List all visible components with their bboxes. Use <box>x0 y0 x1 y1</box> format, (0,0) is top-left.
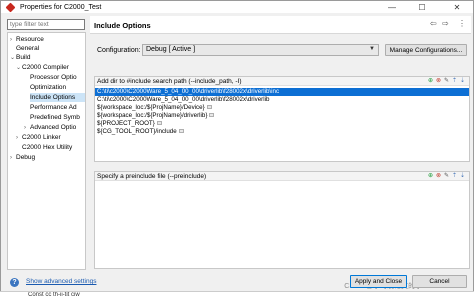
tree-item-label: General <box>16 45 40 52</box>
remove-icon[interactable]: ⊗ <box>435 78 442 85</box>
back-icon[interactable]: ⇦ <box>430 19 437 28</box>
close-button[interactable]: ✕ <box>446 1 468 13</box>
configuration-value: Debug [ Active ] <box>146 46 196 53</box>
more-icon <box>206 105 212 110</box>
help-icon[interactable]: ? <box>10 278 19 287</box>
include-path-header: Add dir to #include search path (--inclu… <box>95 77 469 86</box>
tree-item-optimization[interactable]: Optimization <box>30 83 66 92</box>
tree-item-processor-options[interactable]: Processor Optio <box>30 73 77 82</box>
configuration-select[interactable]: Debug [ Active ] ▼ <box>142 44 379 56</box>
more-icon <box>178 129 184 134</box>
apply-and-close-button[interactable]: Apply and Close <box>350 275 407 288</box>
preinclude-header: Specify a preinclude file (--preinclude)… <box>95 172 469 181</box>
tree-item-resource[interactable]: › Resource <box>10 35 44 44</box>
include-path-list: Add dir to #include search path (--inclu… <box>94 76 470 162</box>
view-menu-icon[interactable]: ⋮ <box>458 19 466 28</box>
list-item-text: ${workspace_loc:/${ProjName}/driverlib} <box>97 112 208 119</box>
tree-item-label: Predefined Symb <box>30 114 80 121</box>
remove-icon[interactable]: ⊗ <box>435 173 442 180</box>
add-icon[interactable]: ⊕ <box>427 78 434 85</box>
navigation-pane: ›Resource General ⌄Build ⌄C2000 Compiler… <box>7 16 86 270</box>
list-item[interactable]: ${workspace_loc:/${ProjName}/driverlib} <box>95 112 469 120</box>
tree-item-advanced-options[interactable]: › Advanced Optio <box>24 123 76 132</box>
app-icon <box>5 2 16 12</box>
list-item-text: ${workspace_loc:/${ProjName}/Device} <box>97 104 205 111</box>
list-item[interactable]: ${workspace_loc:/${ProjName}/Device} <box>95 104 469 112</box>
list-item-text: ${CG_TOOL_ROOT}/include <box>97 128 177 135</box>
tree-item-c2000-compiler[interactable]: ⌄C2000 Compiler <box>16 63 69 72</box>
add-icon[interactable]: ⊕ <box>427 173 434 180</box>
list-item[interactable]: C:\ti\c2000\C2000Ware_5_04_00_00\driverl… <box>95 96 469 104</box>
list-item-text: C:\ti\c2000\C2000Ware_5_04_00_00\driverl… <box>97 96 270 103</box>
tree-item-label: Performance Ad <box>30 104 77 111</box>
tree-item-c2000-hex-utility[interactable]: C2000 Hex Utility <box>22 143 72 152</box>
edit-icon[interactable]: ✎ <box>443 78 450 85</box>
tree-item-build[interactable]: ⌄Build <box>10 53 30 62</box>
pane-splitter[interactable] <box>86 16 89 270</box>
list-item-text: ${PROJECT_ROOT} <box>97 120 155 127</box>
page-title: Include Options <box>94 21 151 30</box>
tree-item-general[interactable]: General <box>16 44 39 53</box>
page-header: Include Options ⇦ ⇨ ⋮ <box>90 16 471 34</box>
background-editor-text: Const cc th-ii-tit ciw <box>0 291 474 297</box>
tree-item-label: C2000 Hex Utility <box>22 144 73 151</box>
move-up-icon[interactable]: ⇡ <box>451 173 458 180</box>
edit-icon[interactable]: ✎ <box>443 173 450 180</box>
tree-item-c2000-linker[interactable]: › C2000 Linker <box>16 133 61 142</box>
property-tree: › Resource General ⌄Build ⌄C2000 Compiler… <box>7 32 86 270</box>
tree-item-label: Resource <box>16 36 44 43</box>
list-item-text: C:\ti\c2000\C2000Ware_5_04_00_00\driverl… <box>97 88 280 95</box>
more-icon <box>209 113 215 118</box>
include-path-title: Add dir to #include search path (--inclu… <box>97 78 242 85</box>
tree-item-label: Advanced Optio <box>30 124 77 131</box>
preinclude-title: Specify a preinclude file (--preinclude) <box>97 173 207 180</box>
configuration-label: Configuration: <box>97 47 141 54</box>
settings-page: Include Options ⇦ ⇨ ⋮ Configuration: Deb… <box>90 16 471 270</box>
tree-item-label: C2000 Compiler <box>22 64 69 71</box>
maximize-button[interactable]: ☐ <box>411 1 433 13</box>
tree-item-label: C2000 Linker <box>22 134 61 141</box>
title-bar: Properties for C2000_Test — ☐ ✕ <box>1 1 473 13</box>
tree-item-debug[interactable]: › Debug <box>10 153 35 162</box>
list-item[interactable]: ${PROJECT_ROOT} <box>95 120 469 128</box>
list-item[interactable]: ${CG_TOOL_ROOT}/include <box>95 128 469 136</box>
filter-input[interactable] <box>7 19 85 30</box>
minimize-button[interactable]: — <box>381 1 403 13</box>
tree-item-label: Debug <box>16 154 36 161</box>
preinclude-list: Specify a preinclude file (--preinclude)… <box>94 171 470 269</box>
move-up-icon[interactable]: ⇡ <box>451 78 458 85</box>
properties-dialog: Properties for C2000_Test — ☐ ✕ ›Resourc… <box>0 0 474 297</box>
tree-item-predefined-symbols[interactable]: Predefined Symb <box>30 113 80 122</box>
show-advanced-settings-link[interactable]: Show advanced settings <box>26 278 96 285</box>
move-down-icon[interactable]: ⇣ <box>459 173 466 180</box>
move-down-icon[interactable]: ⇣ <box>459 78 466 85</box>
tree-item-performance-advisor[interactable]: Performance Ad <box>30 103 77 112</box>
tree-item-label: Build <box>16 54 31 61</box>
forward-icon[interactable]: ⇨ <box>442 19 449 28</box>
cancel-button[interactable]: Cancel <box>412 275 467 288</box>
manage-configurations-button[interactable]: Manage Configurations... <box>385 44 467 56</box>
tree-item-label: Processor Optio <box>30 74 77 81</box>
list-item[interactable]: C:\ti\c2000\C2000Ware_5_04_00_00\driverl… <box>95 88 469 96</box>
tree-item-label: Include Options <box>30 94 76 101</box>
tree-item-include-options[interactable]: Include Options <box>30 93 85 102</box>
tree-item-label: Optimization <box>30 84 67 91</box>
chevron-down-icon: ▼ <box>369 46 375 52</box>
more-icon <box>156 121 162 126</box>
window-title: Properties for C2000_Test <box>20 3 102 11</box>
